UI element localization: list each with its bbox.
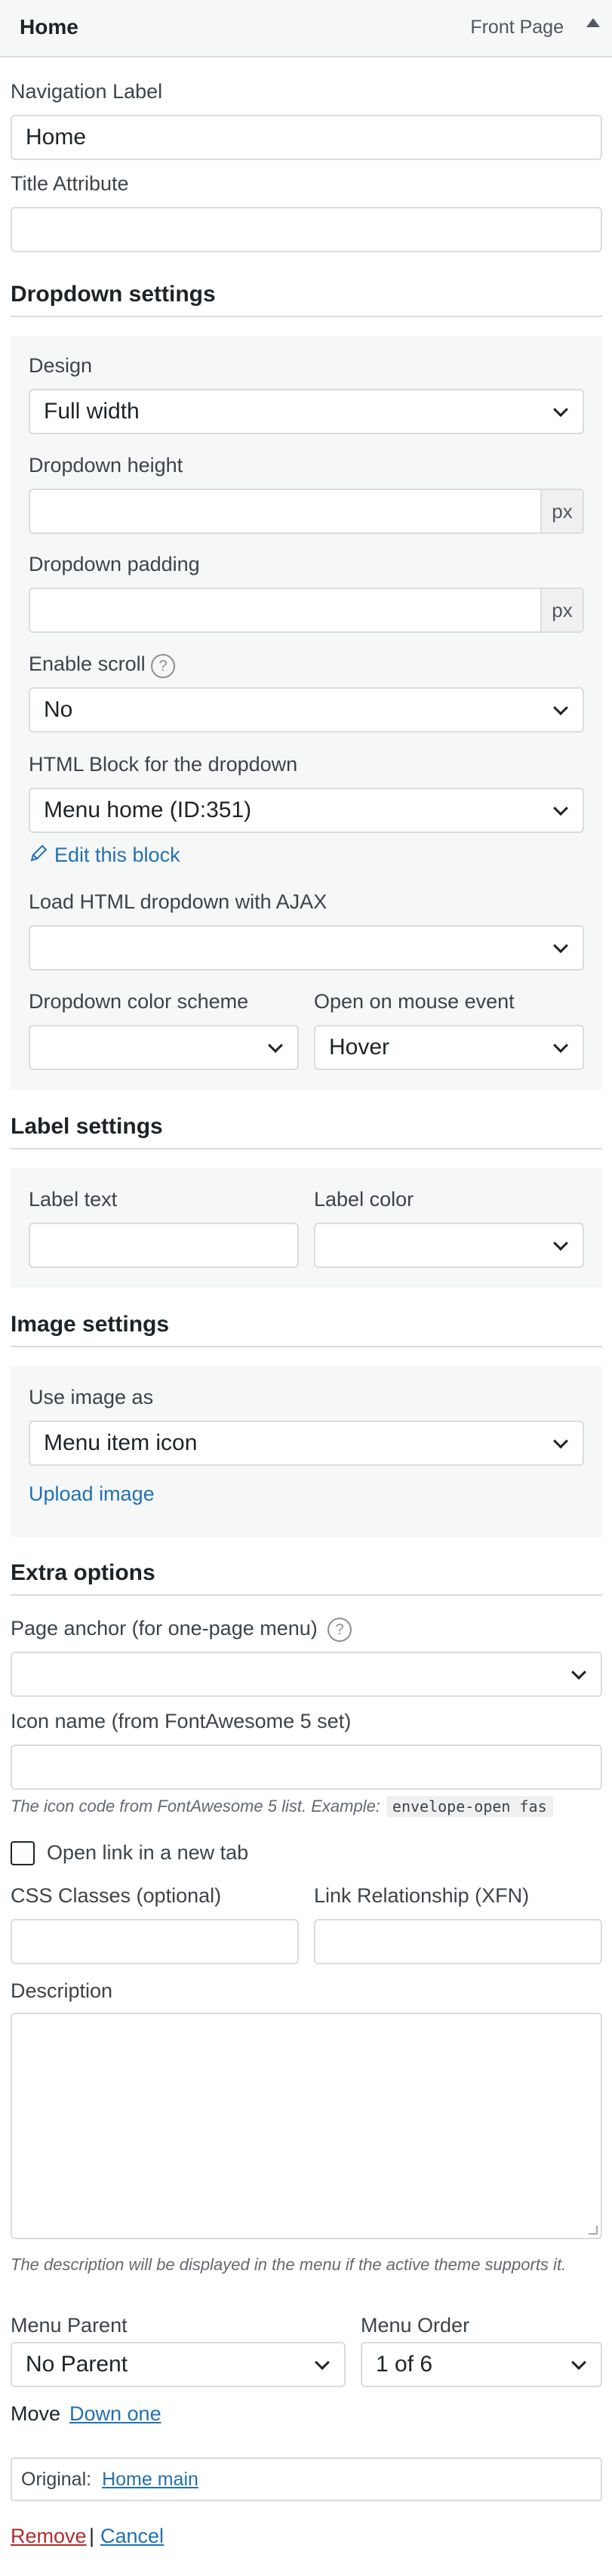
chevron-down-icon [315, 2355, 330, 2371]
mouse-event-select[interactable]: Hover [314, 1025, 584, 1070]
navigation-label-input[interactable]: Home [11, 115, 602, 160]
mouse-event-value: Hover [329, 1035, 390, 1060]
label-color-select[interactable] [314, 1223, 584, 1268]
menu-item-type: Front Page [470, 17, 564, 38]
design-value: Full width [44, 399, 140, 424]
divider [11, 1148, 602, 1149]
chevron-down-icon [571, 2355, 586, 2371]
css-classes-input[interactable] [11, 1919, 299, 1964]
chevron-down-icon [268, 1038, 283, 1054]
help-icon[interactable]: ? [328, 1618, 352, 1642]
menu-parent-select[interactable]: No Parent [11, 2342, 346, 2387]
description-label: Description [11, 1979, 113, 2002]
original-label: Original: [21, 2468, 92, 2490]
divider [11, 1594, 602, 1596]
original-link[interactable]: Home main [102, 2469, 198, 2491]
chevron-down-icon [553, 938, 568, 954]
menu-item-header[interactable]: Home Front Page [0, 0, 612, 57]
color-scheme-select[interactable] [29, 1025, 299, 1070]
enable-scroll-value: No [44, 697, 73, 722]
open-new-tab-checkbox[interactable] [11, 1841, 35, 1865]
icon-name-hint: The icon code from FontAwesome 5 list. E… [11, 1796, 553, 1817]
html-block-value: Menu home (ID:351) [44, 797, 252, 822]
use-image-as-select[interactable]: Menu item icon [29, 1421, 584, 1466]
label-text-label: Label text [29, 1188, 118, 1211]
color-scheme-label: Dropdown color scheme [29, 990, 249, 1013]
icon-hint-code: envelope-open fas [386, 1796, 553, 1817]
divider [11, 1346, 602, 1347]
cancel-link[interactable]: Cancel [100, 2525, 164, 2548]
enable-scroll-select[interactable]: No [29, 687, 584, 733]
dropdown-settings-title: Dropdown settings [11, 282, 216, 307]
image-settings-title: Image settings [11, 1312, 170, 1337]
edit-block-link[interactable]: Edit this block [54, 844, 180, 867]
title-attribute-input[interactable] [11, 207, 602, 252]
description-textarea[interactable] [11, 2013, 602, 2239]
px-unit-addon: px [540, 490, 583, 532]
upload-image-link[interactable]: Upload image [29, 1482, 155, 1506]
label-settings-title: Label settings [11, 1114, 163, 1139]
use-image-as-label: Use image as [29, 1386, 154, 1408]
design-label: Design [29, 354, 93, 377]
actions-separator: | [89, 2525, 95, 2547]
open-new-tab-label[interactable]: Open link in a new tab [47, 1841, 248, 1865]
resize-handle-icon[interactable] [589, 2226, 598, 2235]
extra-options-title: Extra options [11, 1560, 155, 1585]
icon-hint-text: The icon code from FontAwesome 5 list. E… [11, 1797, 380, 1816]
icon-name-label: Icon name (from FontAwesome 5 set) [11, 1710, 352, 1732]
use-image-as-value: Menu item icon [44, 1430, 198, 1455]
menu-order-value: 1 of 6 [376, 2352, 433, 2377]
chevron-down-icon [553, 700, 568, 716]
menu-parent-value: No Parent [26, 2352, 128, 2377]
label-text-input[interactable] [29, 1223, 299, 1268]
menu-order-select[interactable]: 1 of 6 [361, 2342, 602, 2387]
dropdown-height-label: Dropdown height [29, 454, 183, 477]
chevron-down-icon [553, 1236, 568, 1251]
pencil-icon[interactable] [29, 844, 48, 863]
ajax-label: Load HTML dropdown with AJAX [29, 890, 328, 913]
page-anchor-select[interactable] [11, 1652, 602, 1697]
css-classes-label: CSS Classes (optional) [11, 1884, 222, 1907]
dropdown-height-input[interactable]: px [29, 489, 584, 534]
navigation-label-label: Navigation Label [11, 80, 163, 103]
enable-scroll-label: Enable scroll [29, 652, 146, 675]
divider [11, 316, 602, 317]
dropdown-padding-label: Dropdown padding [29, 553, 200, 575]
menu-parent-label: Menu Parent [11, 2314, 128, 2337]
chevron-down-icon [553, 1433, 568, 1449]
page-anchor-label: Page anchor (for one-page menu) [11, 1617, 318, 1640]
dropdown-padding-input[interactable]: px [29, 588, 584, 633]
move-down-one-link[interactable]: Down one [69, 2402, 161, 2426]
help-icon[interactable]: ? [151, 654, 175, 678]
html-block-select[interactable]: Menu home (ID:351) [29, 788, 584, 833]
chevron-down-icon [571, 1664, 586, 1680]
menu-order-label: Menu Order [361, 2314, 470, 2337]
collapse-arrow-icon[interactable] [586, 18, 600, 27]
menu-item-title: Home [20, 15, 78, 39]
chevron-down-icon [553, 801, 568, 816]
link-relationship-label: Link Relationship (XFN) [314, 1884, 530, 1907]
original-box: Original: Home main [11, 2457, 602, 2501]
ajax-select[interactable] [29, 925, 584, 970]
design-select[interactable]: Full width [29, 389, 584, 434]
move-label: Move [11, 2402, 61, 2425]
html-block-label: HTML Block for the dropdown [29, 753, 298, 776]
px-unit-addon: px [540, 589, 583, 631]
navigation-label-value: Home [26, 125, 87, 150]
icon-name-input[interactable] [11, 1745, 602, 1790]
label-color-label: Label color [314, 1188, 414, 1211]
title-attribute-label: Title Attribute [11, 172, 129, 195]
chevron-down-icon [553, 402, 568, 418]
link-relationship-input[interactable] [314, 1919, 602, 1964]
mouse-event-label: Open on mouse event [314, 990, 515, 1013]
remove-link[interactable]: Remove [11, 2525, 87, 2548]
description-hint: The description will be displayed in the… [11, 2255, 567, 2274]
chevron-down-icon [553, 1038, 568, 1054]
